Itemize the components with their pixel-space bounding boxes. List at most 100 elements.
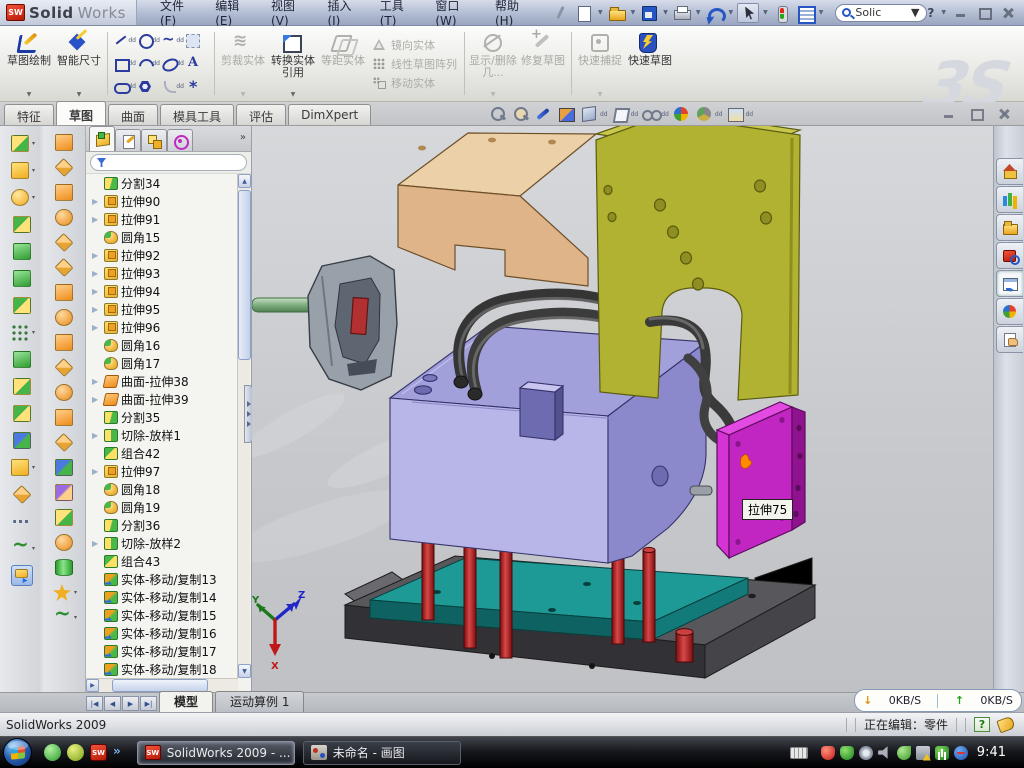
new-document-icon[interactable]: [574, 4, 594, 22]
stack-tool-button[interactable]: 移动实体: [372, 75, 457, 91]
task-pane-tab[interactable]: [996, 214, 1023, 241]
expand-arrow-icon[interactable]: ▶: [92, 305, 101, 314]
tray-icon[interactable]: [935, 746, 949, 760]
dropdown-arrow-icon[interactable]: ▼: [291, 91, 296, 98]
expand-arrow-icon[interactable]: ▶: [92, 269, 101, 278]
surface-tool-button[interactable]: [53, 255, 76, 280]
feature-tool-button[interactable]: [11, 481, 34, 508]
dropdown-arrow-icon[interactable]: dd: [176, 83, 184, 90]
surface-tool-button[interactable]: [53, 305, 76, 330]
expand-arrow-icon[interactable]: ▶: [92, 431, 101, 440]
view-tool-button[interactable]: [672, 105, 693, 123]
view-tool-button[interactable]: dd: [695, 105, 724, 123]
feature-tree-item[interactable]: ▶ 组合42: [89, 444, 238, 462]
feature-tool-button[interactable]: ▾: [9, 454, 35, 481]
task-pane-tab[interactable]: [996, 326, 1023, 353]
scroll-right-button[interactable]: ▶: [86, 679, 99, 692]
dropdown-arrow-icon[interactable]: ▾: [32, 464, 35, 471]
ribbon-tab[interactable]: 评估: [236, 104, 286, 125]
dropdown-arrow-icon[interactable]: ▼: [598, 9, 603, 16]
scroll-down-button[interactable]: ▼: [238, 664, 251, 678]
search-input[interactable]: Solic ▼: [835, 4, 927, 22]
tab-scroll-button[interactable]: ◀: [104, 696, 121, 711]
tray-icon[interactable]: [859, 746, 873, 760]
expand-arrow-icon[interactable]: ▶: [92, 377, 101, 386]
offset-entities-button[interactable]: 等距实体: [318, 28, 368, 99]
feature-tree-item[interactable]: ▶ 实体-移动/复制13: [89, 570, 238, 588]
surface-tool-button[interactable]: [53, 555, 76, 580]
quick-launch-icon[interactable]: SW: [90, 744, 107, 761]
ribbon-tab[interactable]: DimXpert: [288, 104, 371, 125]
task-pane-tab[interactable]: [996, 158, 1023, 185]
sketch-entity-button[interactable]: dd: [161, 29, 185, 52]
tab-scroll-button[interactable]: ▶|: [140, 696, 157, 711]
feature-tool-button[interactable]: ▾: [9, 130, 35, 157]
tray-icon[interactable]: [916, 746, 930, 760]
feature-tool-button[interactable]: [11, 211, 34, 238]
surface-tool-button[interactable]: [53, 180, 76, 205]
convert-entities-button[interactable]: 转换实体引用 ▼: [268, 28, 318, 99]
dropdown-arrow-icon[interactable]: ▼: [696, 9, 701, 16]
restore-button[interactable]: [976, 5, 993, 20]
view-tool-button[interactable]: dd: [611, 105, 640, 123]
tags-icon[interactable]: [996, 716, 1015, 734]
tray-icon[interactable]: [897, 746, 911, 760]
quick-launch-icon[interactable]: »: [113, 744, 121, 761]
feature-tool-button[interactable]: ▾: [9, 535, 35, 562]
feature-tool-button[interactable]: [11, 238, 34, 265]
feature-tool-button[interactable]: [11, 373, 34, 400]
dropdown-arrow-icon[interactable]: ▾: [74, 589, 77, 596]
open-document-icon[interactable]: [607, 4, 627, 22]
dropdown-arrow-icon[interactable]: ▼: [27, 91, 32, 98]
save-icon[interactable]: [639, 4, 659, 22]
dropdown-arrow-icon[interactable]: ▾: [32, 545, 35, 552]
tray-icon[interactable]: [878, 746, 892, 760]
dropdown-arrow-icon[interactable]: ▾: [32, 167, 35, 174]
expand-arrow-icon[interactable]: ▶: [92, 251, 101, 260]
manager-tab[interactable]: [89, 126, 115, 151]
surface-tool-button[interactable]: [53, 155, 76, 180]
surface-tool-button[interactable]: [53, 430, 76, 455]
feature-tree-item[interactable]: ▶ 拉伸93: [89, 264, 238, 282]
doc-restore-button[interactable]: [968, 106, 985, 121]
taskbar-clock[interactable]: 9:41: [973, 745, 1016, 760]
feature-tool-button[interactable]: [11, 400, 34, 427]
sketch-entity-button[interactable]: dd: [113, 52, 137, 75]
dropdown-arrow-icon[interactable]: ▼: [941, 9, 946, 16]
quick-snaps-button[interactable]: 快速捕捉 ▼: [575, 28, 625, 99]
tray-icon[interactable]: [840, 746, 854, 760]
surface-tool-button[interactable]: [53, 455, 76, 480]
expand-arrow-icon[interactable]: ▶: [92, 539, 101, 548]
dropdown-arrow-icon[interactable]: dd: [600, 111, 608, 118]
start-button[interactable]: [3, 738, 32, 767]
view-tool-button[interactable]: dd: [580, 105, 609, 123]
doc-close-button[interactable]: [995, 106, 1012, 121]
feature-tool-button[interactable]: [11, 562, 34, 589]
surface-tool-button[interactable]: [53, 205, 76, 230]
manager-tab[interactable]: [141, 129, 167, 151]
feature-tree-item[interactable]: ▶ 拉伸91: [89, 210, 238, 228]
display-delete-relations-button[interactable]: 显示/删除几... ▼: [468, 28, 518, 99]
dropdown-arrow-icon[interactable]: ▼: [77, 91, 82, 98]
trim-entities-button[interactable]: 剪裁实体 ▼: [218, 28, 268, 99]
surface-tool-button[interactable]: [53, 405, 76, 430]
feature-tree-item[interactable]: ▶ 实体-移动/复制18: [89, 660, 238, 678]
surface-tool-button[interactable]: ▾: [51, 605, 77, 630]
feature-tree-item[interactable]: ▶ 实体-移动/复制16: [89, 624, 238, 642]
dropdown-arrow-icon[interactable]: ▼: [763, 9, 768, 16]
dropdown-arrow-icon[interactable]: ▾: [32, 194, 35, 201]
dropdown-arrow-icon[interactable]: ▼: [631, 9, 636, 16]
repair-sketch-button[interactable]: 修复草图: [518, 28, 568, 99]
feature-tree-item[interactable]: ▶ 拉伸97: [89, 462, 238, 480]
dropdown-arrow-icon[interactable]: dd: [631, 111, 639, 118]
ribbon-tab[interactable]: 模具工具: [160, 104, 234, 125]
dropdown-arrow-icon[interactable]: dd: [176, 37, 184, 44]
dropdown-arrow-icon[interactable]: ▾: [74, 614, 77, 621]
sketch-entity-button[interactable]: dd: [137, 29, 161, 52]
feature-tool-button[interactable]: [11, 265, 34, 292]
document-tab[interactable]: 运动算例 1: [215, 691, 304, 712]
scroll-up-button[interactable]: ▲: [238, 174, 251, 188]
scrollbar-thumb[interactable]: [238, 190, 251, 360]
view-tool-button[interactable]: [557, 105, 578, 123]
feature-tree-item[interactable]: ▶ 分割35: [89, 408, 238, 426]
